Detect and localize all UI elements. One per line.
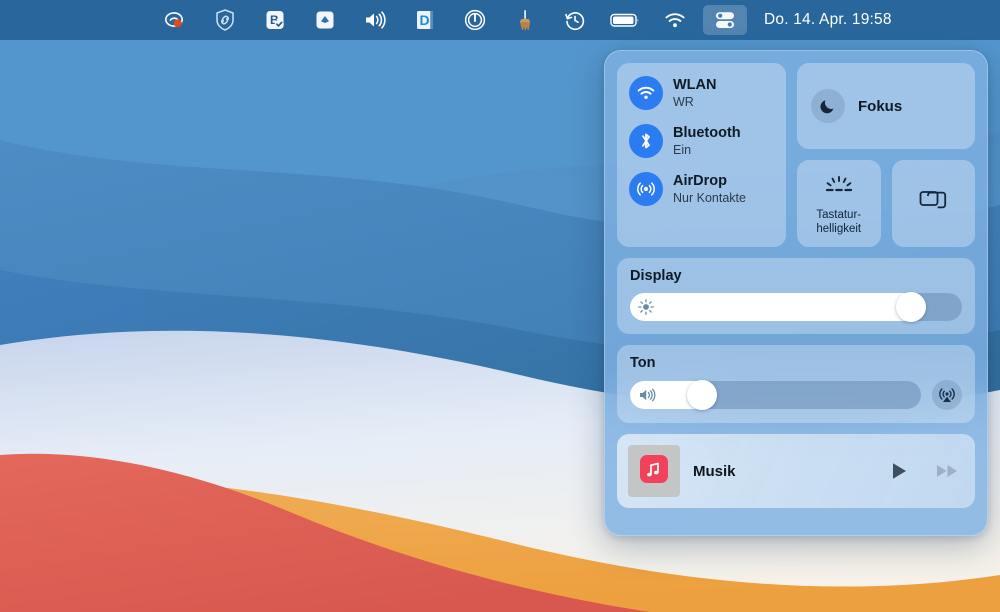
sound-slider-knob[interactable] [687,380,718,410]
dropbox-icon[interactable] [300,0,350,40]
sound-heading: Ton [630,355,656,371]
sound-slider[interactable] [630,380,921,410]
screen-mirroring-tile[interactable] [891,160,975,247]
bartender-icon[interactable]: B [250,0,300,40]
display-heading: Display [630,268,682,284]
shield-link-icon[interactable] [200,0,250,40]
display-slider-knob[interactable] [895,292,926,322]
display-slider[interactable] [630,292,962,322]
airplay-audio-icon[interactable] [932,380,962,410]
focus-tile[interactable]: Fokus [797,63,975,149]
wifi-icon[interactable] [650,0,700,40]
menu-bar-app-menus [0,0,150,40]
wifi-title: WLAN [673,77,717,94]
control-center-small-tiles: Tastatur- helligkeit [797,160,975,247]
sound-card: Ton [617,345,975,423]
control-center-icon[interactable] [703,5,747,35]
broom-icon[interactable] [500,0,550,40]
brightness-icon [638,299,654,315]
display-slider-fill [630,293,926,321]
music-app-icon [640,454,668,488]
wifi-icon [629,76,663,110]
control-center-top-right: Fokus Tastatur- helligkeit [797,63,975,247]
keyboard-brightness-label-line2: helligkeit [816,222,862,235]
bluetooth-title: Bluetooth [673,125,741,142]
wifi-text: WLAN WR [673,77,717,108]
sound-slider-row [630,380,962,410]
menu-bar-clock[interactable]: Do. 14. Apr. 19:58 [764,11,892,29]
play-button[interactable] [888,460,910,482]
menu-bar: B D Do. 14. Apr. 19:58 [0,0,1000,40]
control-center-panel: WLAN WR Bluetooth Ein AirDrop Nur Kontak… [604,50,988,536]
wifi-row[interactable]: WLAN WR [629,76,786,110]
moon-icon [811,89,845,123]
wifi-subtitle: WR [673,94,694,109]
control-center-top-row: WLAN WR Bluetooth Ein AirDrop Nur Kontak… [617,63,975,247]
airdrop-row[interactable]: AirDrop Nur Kontakte [629,172,786,206]
battery-icon[interactable] [600,0,650,40]
power-icon[interactable] [450,0,500,40]
album-art [628,445,680,497]
music-title: Musik [693,462,736,480]
menu-bar-status-icons: B D [150,0,750,40]
screen-mirroring-icon [918,188,948,219]
airdrop-text: AirDrop Nur Kontakte [673,173,746,204]
fast-forward-button[interactable] [935,460,961,482]
airdrop-subtitle: Nur Kontakte [673,190,746,205]
display-card: Display [617,258,975,334]
bluetooth-subtitle: Ein [673,142,692,157]
connectivity-tile: WLAN WR Bluetooth Ein AirDrop Nur Kontak… [617,63,786,247]
bluetooth-text: Bluetooth Ein [673,125,741,156]
cleanshot-icon[interactable] [150,0,200,40]
keyboard-brightness-label-line1: Tastatur- [816,208,862,221]
display-slider-row [630,292,962,322]
music-card[interactable]: Musik [617,434,975,508]
keyboard-brightness-tile[interactable]: Tastatur- helligkeit [797,160,881,247]
svg-text:D: D [420,12,430,28]
airdrop-icon [629,172,663,206]
keyboard-brightness-label: Tastatur- helligkeit [816,209,861,236]
speaker-icon [638,387,658,403]
dash-icon[interactable]: D [400,0,450,40]
airdrop-title: AirDrop [673,173,727,190]
time-machine-icon[interactable] [550,0,600,40]
focus-label: Fokus [858,97,903,115]
bluetooth-row[interactable]: Bluetooth Ein [629,124,786,158]
bluetooth-icon [629,124,663,158]
keyboard-brightness-icon [822,175,856,202]
volume-icon[interactable] [350,0,400,40]
